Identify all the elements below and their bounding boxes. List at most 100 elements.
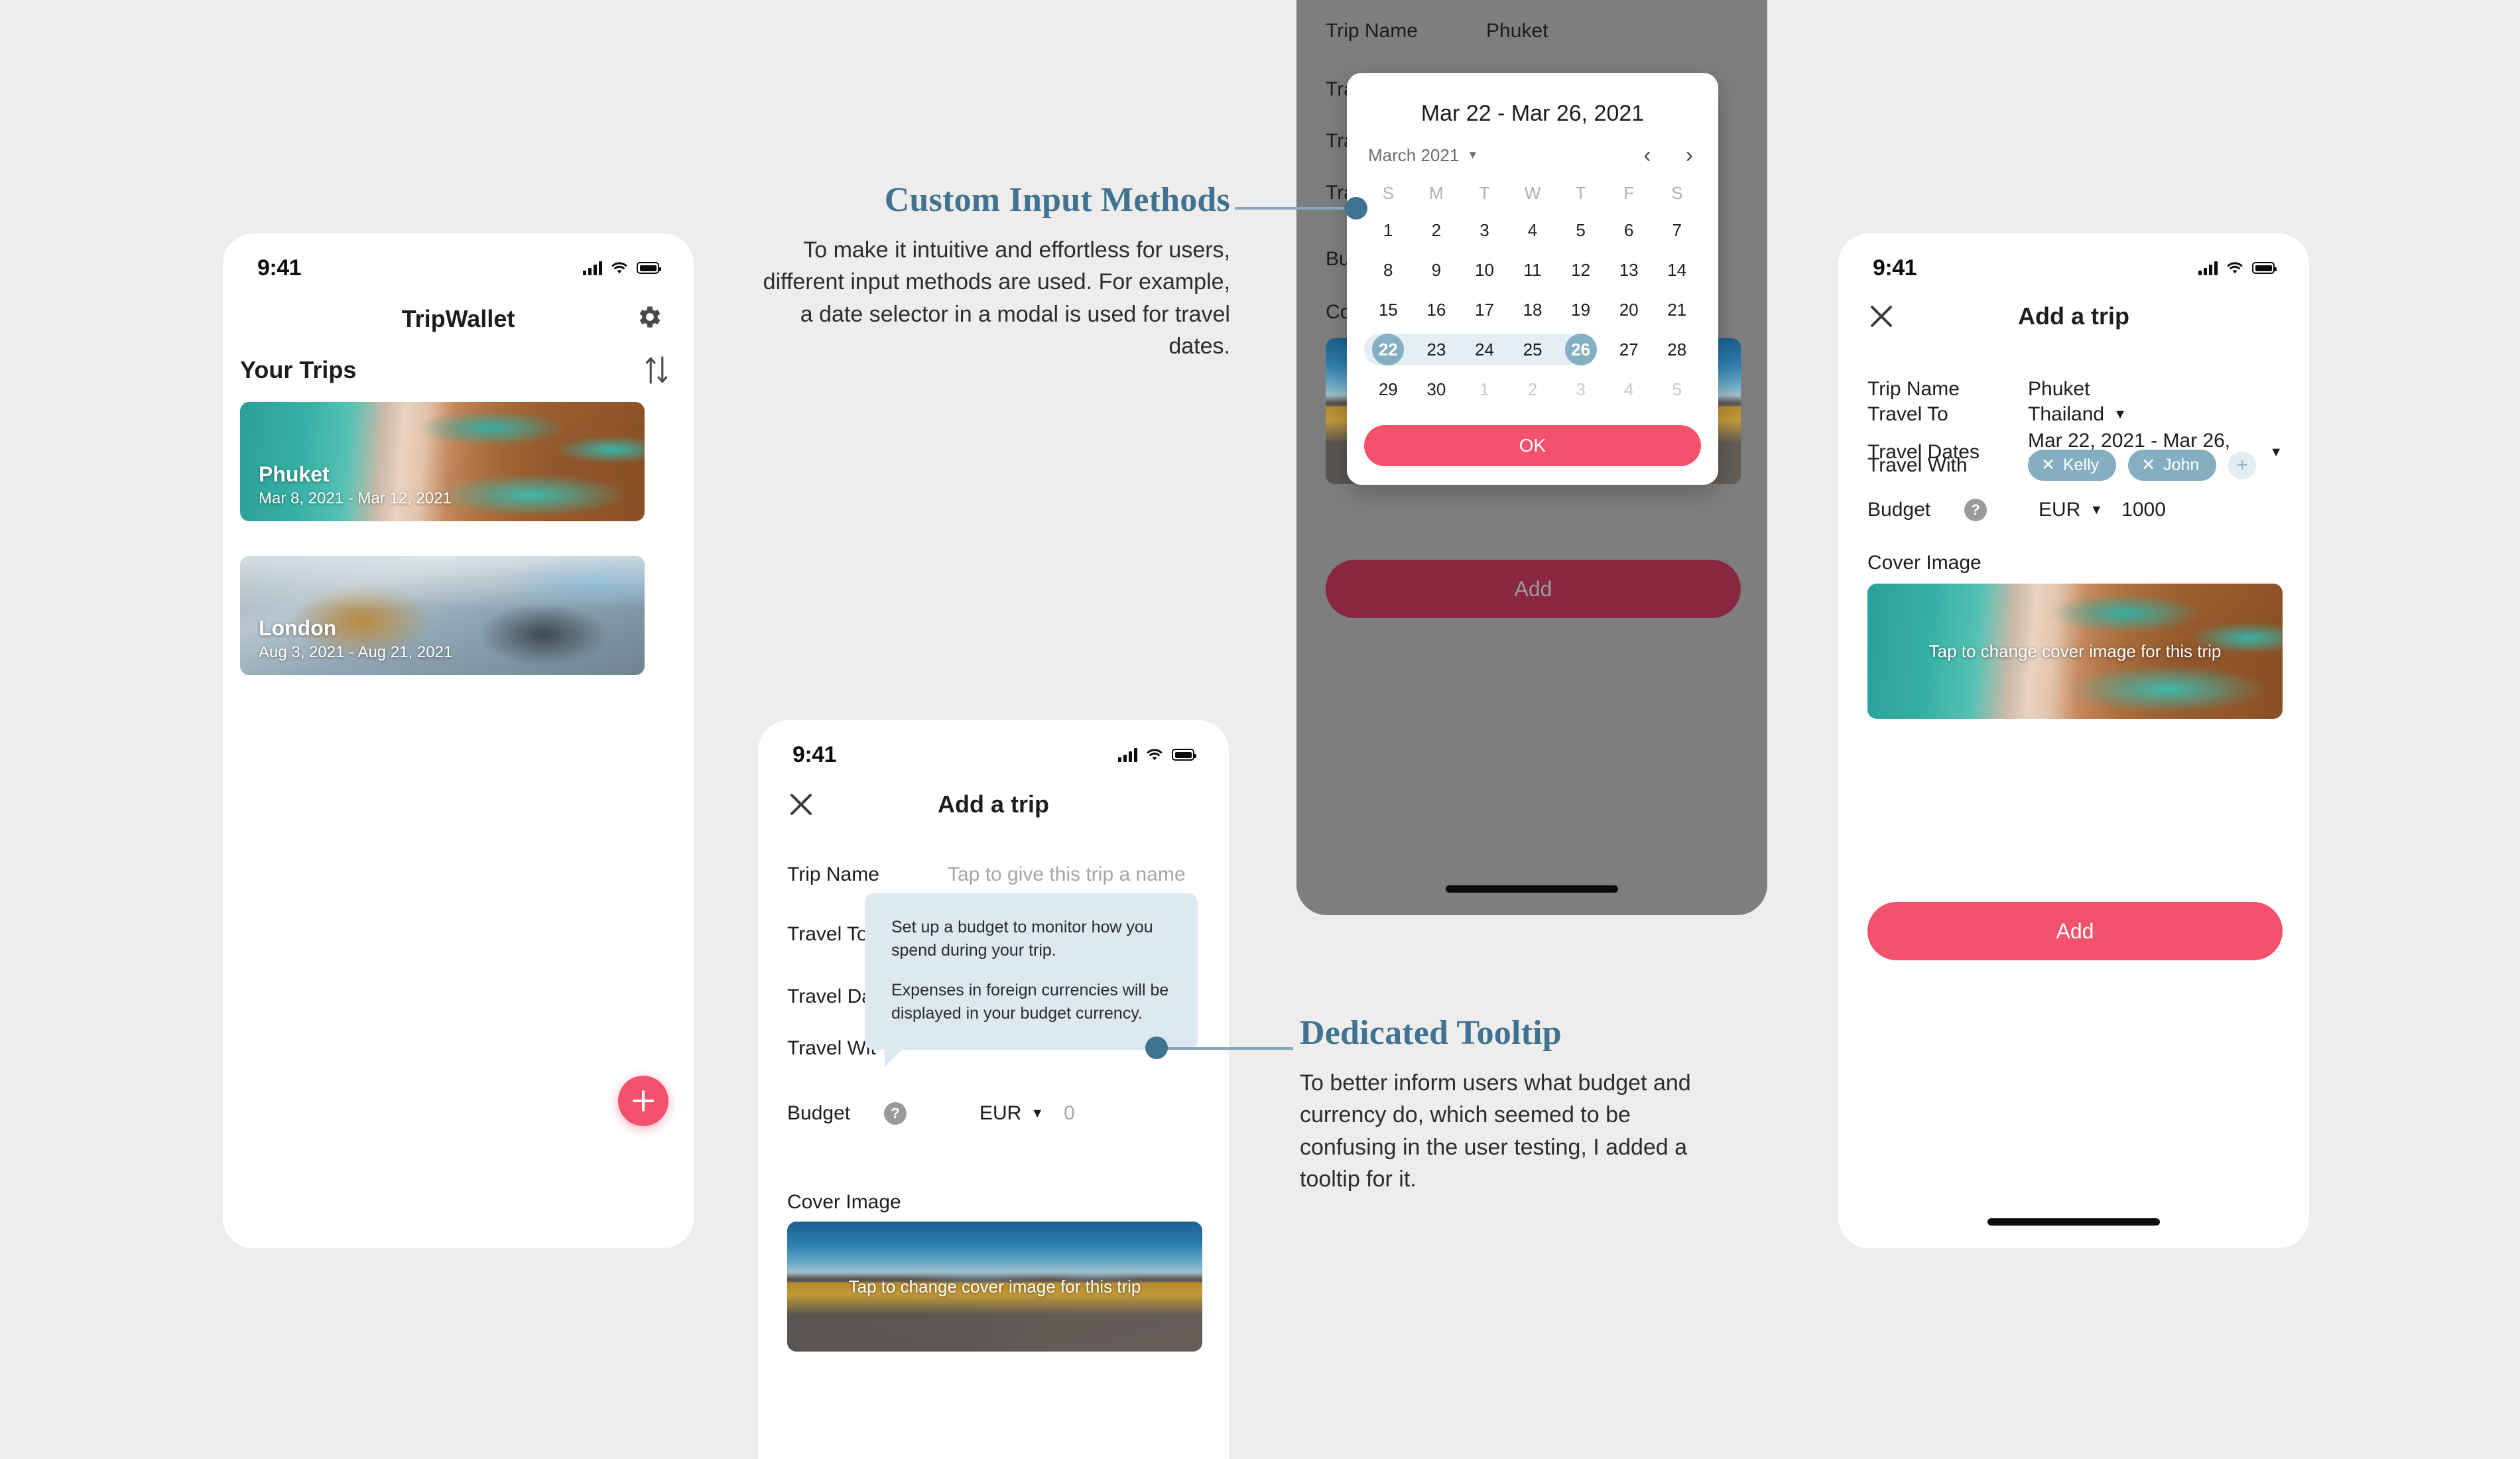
calendar-day-in-range[interactable]: 24 (1460, 330, 1509, 369)
calendar-day-next-month[interactable]: 5 (1653, 369, 1701, 409)
field-trip-name[interactable]: Trip Name Phuket (1867, 378, 2283, 401)
calendar-day[interactable]: 11 (1509, 250, 1557, 290)
field-trip-name[interactable]: Trip Name Phuket (1326, 20, 1741, 42)
calendar-day-range-start[interactable]: 22 (1364, 330, 1413, 369)
calendar-day[interactable]: 12 (1556, 250, 1605, 290)
cellular-signal-icon (583, 261, 602, 275)
calendar-day[interactable]: 15 (1364, 290, 1413, 330)
chevron-left-icon[interactable]: ‹ (1643, 144, 1651, 166)
month-selector[interactable]: March 2021 ▼ (1368, 145, 1478, 166)
sort-arrows-icon[interactable] (643, 355, 670, 385)
calendar-day[interactable]: 29 (1364, 369, 1413, 409)
calendar-day[interactable]: 10 (1460, 250, 1509, 290)
calendar-day[interactable]: 4 (1509, 210, 1557, 250)
cellular-signal-icon (1118, 747, 1137, 762)
trip-name-value: Phuket (2028, 378, 2090, 400)
calendar-day[interactable]: 20 (1605, 290, 1653, 330)
cover-image-picker[interactable]: Tap to change cover image for this trip (1867, 584, 2283, 719)
screen-title: Add a trip (2018, 302, 2129, 330)
field-label: Budget (1867, 499, 1931, 521)
status-bar: 9:41 (758, 736, 1229, 773)
calendar-day[interactable]: 1 (1364, 210, 1413, 250)
calendar-day-in-range[interactable]: 23 (1413, 330, 1461, 369)
question-mark-icon[interactable]: ? (1964, 499, 1987, 521)
budget-amount[interactable]: 1000 (2121, 499, 2166, 521)
trip-card-text: London Aug 3, 2021 - Aug 21, 2021 (259, 616, 452, 662)
add-trip-fab[interactable] (618, 1076, 668, 1126)
cover-image-label: Cover Image (1867, 552, 1982, 574)
home-indicator (1987, 1218, 2160, 1226)
calendar-day[interactable]: 17 (1460, 290, 1509, 330)
cover-image-picker[interactable]: Tap to change cover image for this trip (787, 1222, 1202, 1352)
calendar-day-in-range[interactable]: 25 (1509, 330, 1557, 369)
field-travel-to[interactable]: Travel To Thailand ▼ (1867, 403, 2283, 426)
calendar-day[interactable]: 28 (1653, 330, 1701, 369)
annotation-connector-line (1167, 1047, 1293, 1050)
phone-tooltip: 9:41 Add a trip Trip Name Tap to give th… (758, 720, 1229, 1459)
cover-image-caption: Tap to change cover image for this trip (1928, 641, 2222, 661)
chevron-right-icon[interactable]: › (1686, 144, 1693, 166)
field-travel-with[interactable]: Travel With ✕ Kelly ✕ John + (1867, 450, 2283, 481)
status-bar-time: 9:41 (1873, 255, 1917, 281)
currency-value: EUR (2039, 499, 2081, 521)
calendar-week: 15 16 17 18 19 20 21 (1364, 290, 1701, 330)
section-title: Your Trips (240, 356, 357, 383)
companion-chip[interactable]: ✕ John (2128, 450, 2217, 481)
calendar-day[interactable]: 9 (1413, 250, 1461, 290)
remove-icon[interactable]: ✕ (2041, 457, 2055, 474)
question-mark-icon[interactable]: ? (884, 1102, 907, 1125)
calendar-day[interactable]: 3 (1460, 210, 1509, 250)
calendar-day[interactable]: 16 (1413, 290, 1461, 330)
field-label: Trip Name (1326, 20, 1418, 42)
chevron-down-icon: ▼ (1031, 1106, 1044, 1121)
calendar-day[interactable]: 27 (1605, 330, 1653, 369)
trip-card-phuket[interactable]: Phuket Mar 8, 2021 - Mar 12, 2021 (240, 402, 645, 521)
field-trip-name[interactable]: Trip Name Tap to give this trip a name (787, 863, 1202, 886)
budget-currency-select[interactable]: EUR ▼ (979, 1102, 1044, 1125)
travel-to-select[interactable]: Thailand ▼ (2028, 403, 2127, 426)
calendar-day[interactable]: 7 (1653, 210, 1701, 250)
gear-icon[interactable] (635, 302, 664, 332)
trip-card-london[interactable]: London Aug 3, 2021 - Aug 21, 2021 (240, 556, 645, 675)
calendar-day[interactable]: 13 (1605, 250, 1653, 290)
calendar-day-range-end[interactable]: 26 (1556, 330, 1605, 369)
field-budget[interactable]: Budget ? EUR ▼ 1000 (1867, 499, 2283, 521)
budget-currency-select[interactable]: EUR ▼ (2039, 499, 2103, 521)
calendar-day[interactable]: 19 (1556, 290, 1605, 330)
trip-name: Phuket (259, 462, 330, 487)
calendar-day-next-month[interactable]: 3 (1556, 369, 1605, 409)
calendar-day[interactable]: 5 (1556, 210, 1605, 250)
day-header: T (1575, 182, 1586, 203)
wifi-icon (1147, 749, 1163, 761)
phone-trip-list: 9:41 TripWallet Your Trips Phuket Mar 8,… (223, 233, 694, 1248)
calendar-week-selected: 22 23 24 25 26 27 28 (1364, 330, 1701, 369)
remove-icon[interactable]: ✕ (2141, 457, 2155, 474)
calendar-day-next-month[interactable]: 1 (1460, 369, 1509, 409)
field-label: Budget (787, 1102, 851, 1124)
calendar-day[interactable]: 2 (1413, 210, 1461, 250)
budget-amount[interactable]: 0 (1064, 1102, 1075, 1125)
calendar-day[interactable]: 14 (1653, 250, 1701, 290)
add-button[interactable]: Add (1867, 902, 2283, 960)
calendar-day[interactable]: 30 (1413, 369, 1461, 409)
trip-card-text: Phuket Mar 8, 2021 - Mar 12, 2021 (259, 462, 452, 508)
day-header: F (1623, 182, 1635, 203)
calendar-day[interactable]: 6 (1605, 210, 1653, 250)
companion-chip[interactable]: ✕ Kelly (2028, 450, 2117, 481)
calendar-day[interactable]: 8 (1364, 250, 1413, 290)
calendar-day[interactable]: 18 (1509, 290, 1557, 330)
calendar-day-next-month[interactable]: 2 (1509, 369, 1557, 409)
companion-name: Kelly (2062, 456, 2100, 474)
date-range-title: Mar 22 - Mar 26, 2021 (1420, 101, 1645, 126)
calendar-day-headers: S M T W T F S (1364, 176, 1701, 210)
calendar-day-next-month[interactable]: 4 (1605, 369, 1653, 409)
budget-tooltip: Set up a budget to monitor how you spend… (865, 893, 1198, 1067)
field-budget[interactable]: Budget ? EUR ▼ 0 (787, 1102, 1202, 1125)
add-button[interactable]: Add (1326, 560, 1741, 618)
month-label: March 2021 (1368, 145, 1460, 165)
calendar-day[interactable]: 21 (1653, 290, 1701, 330)
trip-name: London (259, 616, 337, 641)
ok-button[interactable]: OK (1364, 425, 1701, 466)
day-header: T (1479, 182, 1490, 203)
plus-icon[interactable]: + (2228, 451, 2257, 479)
